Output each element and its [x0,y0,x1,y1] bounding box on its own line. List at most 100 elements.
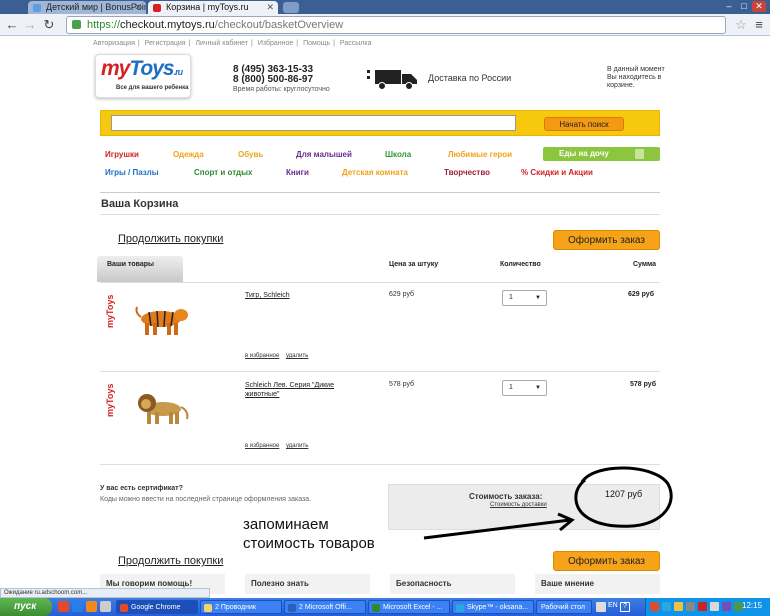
tray-app-icon[interactable] [674,602,683,611]
search-input[interactable] [111,115,516,131]
maximize-icon[interactable]: □ [737,1,751,12]
product-link[interactable]: Тигр, Schleich [245,291,375,300]
remove-item-link[interactable]: удалить [286,353,308,359]
add-to-favorites-link[interactable]: в избранное [245,353,279,359]
category-link[interactable]: Творчество [444,168,490,177]
task-label: 2 Проводник [215,604,256,611]
language-indicator[interactable]: EN [608,602,618,609]
back-icon[interactable]: ← [4,17,20,33]
unit-price: 578 руб [389,381,415,388]
quantity-value: 1 [509,384,513,391]
food-button-label: Еды на дочу [559,149,609,158]
delivery-info: Доставка по России [428,73,512,83]
add-to-favorites-link[interactable]: в избранное [245,443,279,449]
continue-shopping-link[interactable]: Продолжить покупки [118,555,223,567]
basket-status: В данный момент Вы находитесь в корзине. [607,66,665,89]
checkout-button[interactable]: Оформить заказ [553,230,660,250]
category-label: Детская комната [342,168,408,177]
nav-account[interactable]: Личный кабинет [195,40,248,47]
row-actions: в избранное удалить [245,443,308,449]
category-link[interactable]: Детская комната [342,168,408,177]
firefox-quicklaunch-icon[interactable] [86,601,97,612]
annotation-drawing [423,466,673,540]
nav-register[interactable]: Регистрация [145,40,186,47]
logo-my: my [101,57,130,80]
category-label: Для малышей [296,150,352,159]
taskbar-item[interactable]: 2 Microsoft Offi... [284,600,366,614]
page-title: Ваша Корзина [101,198,179,210]
folder-icon [204,604,212,612]
category-label: Творчество [444,168,491,177]
taskbar-item[interactable]: Google Chrome [116,600,198,614]
bag-icon [635,149,644,159]
tray-volume-icon[interactable] [710,602,719,611]
taskbar-item[interactable]: Рабочий стол [536,600,592,614]
nav-newsletter[interactable]: Рассылка [340,40,372,47]
category-link[interactable]: % Скидки и Акции [521,168,593,177]
phone-2: 8 (800) 500-86-97 [233,74,314,85]
task-label: Рабочий стол [541,604,585,611]
chrome-quicklaunch-icon[interactable] [58,601,69,612]
taskbar-item[interactable]: Skype™ - oksana... [452,600,534,614]
tray-app-icon[interactable] [650,602,659,611]
help-icon[interactable]: ? [620,602,630,612]
annotation-line: стоимость товаров [243,535,375,552]
star-icon[interactable]: ☆ [733,17,749,33]
category-link[interactable]: Для малышей [296,150,352,159]
tab-mytoys[interactable]: Корзина | myToys.ru ✕ [148,1,278,14]
forward-icon[interactable]: → [22,17,38,33]
start-button[interactable]: пуск [0,598,52,616]
address-bar[interactable]: https://checkout.mytoys.ru/checkout/bask… [66,16,726,34]
tiger-image[interactable] [133,299,193,341]
tab-bonuspoint[interactable]: Детский мир | BonusPoint ✕ [28,1,146,14]
category-link[interactable]: Игры / Пазлы [105,168,159,177]
mytoys-logo[interactable]: myToys.ru Все для вашего ребенка [95,54,191,98]
column-header-price: Цена за штуку [389,261,439,268]
category-link[interactable]: Одежда [173,150,204,159]
skype-icon [456,604,464,612]
lion-image[interactable] [133,387,193,429]
url-scheme: https:// [87,19,121,31]
status-bar: Ожидание ru.adschoom.com... [0,588,210,598]
ie-quicklaunch-icon[interactable] [72,601,83,612]
tab-close-icon[interactable]: ✕ [266,1,274,14]
nav-help[interactable]: Помощь [303,40,330,47]
taskbar-item[interactable]: Microsoft Excel - ... [368,600,450,614]
category-link[interactable]: Школа [385,150,411,159]
remove-item-link[interactable]: удалить [286,443,308,449]
checkout-button[interactable]: Оформить заказ [553,551,660,571]
new-tab-button[interactable] [283,2,299,13]
divider [100,192,660,193]
tray-antivirus-icon[interactable] [698,602,707,611]
category-link[interactable]: Спорт и отдых [194,168,252,177]
tab-close-icon[interactable]: ✕ [134,1,142,14]
chrome-icon [120,604,128,612]
screen: Детский мир | BonusPoint ✕ Корзина | myT… [0,0,770,616]
wrench-icon[interactable]: ≡ [751,17,767,33]
product-link[interactable]: Schleich Лев. Серия "Дикие животные" [245,381,365,399]
quantity-select[interactable]: 1 ▼ [502,380,547,396]
desktop-quicklaunch-icon[interactable] [100,601,111,612]
close-window-icon[interactable]: ✕ [752,1,766,12]
continue-shopping-link[interactable]: Продолжить покупки [118,233,223,245]
annotation-text: запоминаем стоимость товаров [243,515,375,553]
quantity-select[interactable]: 1 ▼ [502,290,547,306]
category-link[interactable]: Игрушки [105,150,139,159]
column-header-qty: Количество [500,261,541,268]
food-button[interactable]: Еды на дочу [543,147,660,161]
category-link[interactable]: Книги [286,168,309,177]
tray-network-icon[interactable] [686,602,695,611]
divider [100,282,660,283]
minimize-icon[interactable]: – [722,1,736,12]
tray-skype-icon[interactable] [662,602,671,611]
category-label: Обувь [238,150,264,159]
desktop-icon[interactable] [596,602,606,612]
reload-icon[interactable]: ↻ [41,17,57,33]
category-link[interactable]: Любимые герои [448,150,512,159]
taskbar-item[interactable]: 2 Проводник [200,600,282,614]
nav-favorites[interactable]: Избранное [258,40,293,47]
category-link[interactable]: Обувь [238,150,263,159]
search-button[interactable]: Начать поиск [544,117,624,131]
tray-app-icon[interactable] [722,602,731,611]
nav-login[interactable]: Авторизация [93,40,135,47]
